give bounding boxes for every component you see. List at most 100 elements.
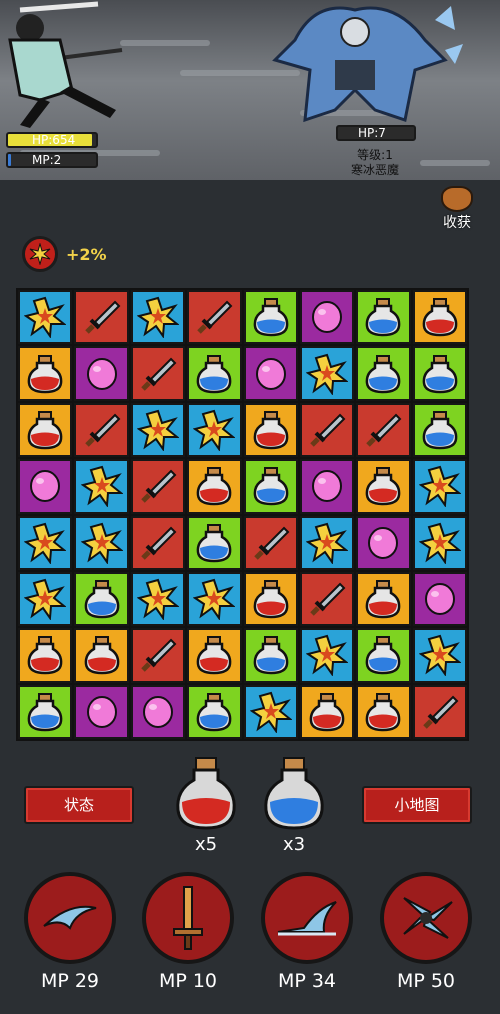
sword-icon — [366, 413, 402, 447]
loot-bag-icon — [441, 186, 473, 212]
skill-mp-cost: MP 34 — [277, 970, 337, 992]
board-tile[interactable] — [18, 346, 73, 401]
board-tile[interactable] — [18, 628, 73, 683]
board-tile[interactable] — [130, 515, 186, 570]
board-tile[interactable] — [187, 628, 242, 683]
board-tile[interactable] — [187, 290, 242, 345]
board-tile[interactable] — [412, 402, 467, 458]
board-tile[interactable] — [243, 346, 298, 401]
board-tile[interactable] — [187, 515, 242, 570]
board-tile[interactable] — [412, 346, 467, 401]
enemy-info: 等级:1 寒冰恶魔 — [330, 148, 420, 178]
enemy-hp-bar: HP:7 — [336, 125, 416, 141]
board-tile[interactable] — [18, 571, 73, 627]
board-tile[interactable] — [74, 628, 129, 683]
red-potion-icon — [196, 636, 232, 675]
sword-icon — [141, 357, 177, 391]
board-tile[interactable] — [412, 628, 467, 683]
hero-hp-label: HP:654 — [32, 133, 76, 147]
board-tile[interactable] — [18, 290, 73, 345]
skill-mp-cost: MP 50 — [396, 970, 456, 992]
skill-burst[interactable]: MP 50 — [378, 872, 474, 992]
board-tile[interactable] — [412, 290, 467, 345]
mana-orb-icon — [312, 470, 343, 503]
board-tile[interactable] — [356, 459, 411, 514]
skill-wind-slash[interactable]: MP 29 — [22, 872, 118, 992]
board-tile[interactable] — [412, 571, 467, 627]
board-tile[interactable] — [412, 684, 467, 739]
board-tile[interactable] — [187, 571, 242, 627]
explosion-icon — [418, 635, 461, 677]
blue-potion-icon — [366, 298, 401, 337]
burst-icon — [380, 872, 472, 964]
board-tile[interactable] — [356, 290, 411, 345]
hero-mp-fill — [8, 154, 11, 166]
blue-flask-count: x3 — [282, 834, 306, 855]
harvest-button[interactable]: 收获 — [434, 186, 480, 232]
board-tile[interactable] — [130, 402, 186, 458]
board-tile[interactable] — [130, 628, 186, 683]
board-tile[interactable] — [356, 402, 411, 458]
explosion-icon — [306, 353, 349, 395]
blue-potion-icon — [366, 354, 401, 393]
board-tile[interactable] — [299, 571, 355, 627]
board-tile[interactable] — [243, 402, 298, 458]
board-tile[interactable] — [187, 684, 242, 739]
skill-wave[interactable]: MP 34 — [259, 872, 355, 992]
board-tile[interactable] — [299, 515, 355, 570]
wave-icon — [261, 872, 353, 964]
board-tile[interactable] — [356, 571, 411, 627]
board-tile[interactable] — [130, 290, 186, 345]
minimap-button[interactable]: 小地图 — [362, 786, 472, 824]
board-tile[interactable] — [18, 402, 73, 458]
board-tile[interactable] — [356, 684, 411, 739]
board-tile[interactable] — [243, 571, 298, 627]
board-tile[interactable] — [412, 459, 467, 514]
board-tile[interactable] — [243, 628, 298, 683]
board-tile[interactable] — [243, 290, 298, 345]
board-tile[interactable] — [74, 346, 129, 401]
board-tile[interactable] — [74, 459, 129, 514]
board-tile[interactable] — [74, 515, 129, 570]
board-tile[interactable] — [130, 571, 186, 627]
red-flask[interactable]: x5 — [172, 756, 240, 855]
board-tile[interactable] — [18, 515, 73, 570]
board-tile[interactable] — [74, 290, 129, 345]
mana-orb-icon — [424, 583, 455, 616]
blue-potion-icon — [196, 692, 232, 732]
hero-hp-bar: HP:654 — [6, 132, 98, 148]
red-potion-icon — [84, 636, 119, 675]
board-tile[interactable] — [243, 459, 298, 514]
board-tile[interactable] — [18, 459, 73, 514]
board-tile[interactable] — [74, 684, 129, 739]
status-button[interactable]: 状态 — [24, 786, 134, 824]
board-tile[interactable] — [299, 684, 355, 739]
blue-flask[interactable]: x3 — [260, 756, 328, 855]
board-tile[interactable] — [187, 402, 242, 458]
board-tile[interactable] — [74, 402, 129, 458]
board-tile[interactable] — [356, 628, 411, 683]
board-tile[interactable] — [130, 346, 186, 401]
board-tile[interactable] — [187, 459, 242, 514]
board-tile[interactable] — [299, 290, 355, 345]
board-tile[interactable] — [130, 459, 186, 514]
sword-icon — [142, 872, 234, 964]
board-tile[interactable] — [299, 459, 355, 514]
board-tile[interactable] — [18, 684, 73, 739]
board-tile[interactable] — [412, 515, 467, 570]
match-board[interactable] — [16, 288, 469, 741]
board-tile[interactable] — [356, 346, 411, 401]
board-tile[interactable] — [299, 402, 355, 458]
board-tile[interactable] — [74, 571, 129, 627]
board-tile[interactable] — [187, 346, 242, 401]
mana-orb-icon — [312, 301, 343, 334]
skill-sword-strike[interactable]: MP 10 — [140, 872, 236, 992]
board-tile[interactable] — [299, 628, 355, 683]
board-tile[interactable] — [243, 684, 298, 739]
explosion-icon — [306, 522, 349, 564]
board-tile[interactable] — [299, 346, 355, 401]
board-tile[interactable] — [243, 515, 298, 570]
red-potion-icon — [366, 580, 401, 619]
board-tile[interactable] — [130, 684, 186, 739]
board-tile[interactable] — [356, 515, 411, 570]
